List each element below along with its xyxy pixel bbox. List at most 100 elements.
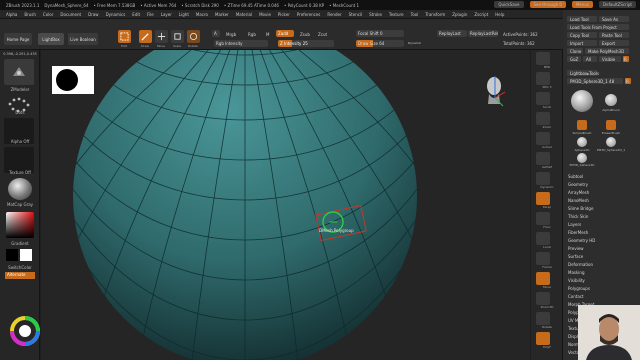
local-button[interactable] [536, 232, 550, 245]
focal-shift-slider[interactable]: Focal Shift 0 [356, 30, 404, 37]
floor-button[interactable] [536, 212, 550, 225]
main-color-swatch[interactable] [6, 249, 18, 261]
sphere3d-thumb[interactable] [577, 137, 587, 147]
simple-brush-thumb[interactable] [577, 120, 587, 130]
quicksave-button[interactable]: QuickSave [494, 1, 524, 8]
replay-last-rel-button[interactable]: ReplayLastRel [468, 30, 498, 37]
subpalette-geometry-hd[interactable]: Geometry HD [568, 238, 595, 243]
menu-edit[interactable]: Edit [132, 12, 140, 17]
zcut-button[interactable]: Zcut [318, 32, 327, 37]
draw-size-slider[interactable]: Draw Size 64 [356, 40, 404, 47]
matcap-thumb[interactable] [8, 178, 32, 200]
lightbox-button[interactable]: LightBox [38, 33, 64, 45]
menu-document[interactable]: Document [60, 12, 81, 17]
zsub-button[interactable]: Zsub [300, 32, 310, 37]
scroll-button[interactable] [536, 92, 550, 105]
subpalette-thick-skin[interactable]: Thick Skin [568, 214, 588, 219]
menu-zplugin[interactable]: Zplugin [452, 12, 467, 17]
menu-draw[interactable]: Draw [88, 12, 98, 17]
all-button[interactable]: All [583, 56, 597, 62]
alternate-button[interactable]: Alternate [5, 272, 35, 279]
color-wheel-icon[interactable] [10, 316, 40, 346]
subpalette-layers[interactable]: Layers [568, 222, 581, 227]
menu-dynamics[interactable]: Dynamics [106, 12, 126, 17]
subpalette-fibermesh[interactable]: FiberMesh [568, 230, 588, 235]
subpalette-geometry[interactable]: Geometry [568, 182, 588, 187]
dynamic-toggle[interactable]: Dynamic [408, 41, 421, 45]
subpalette-contact[interactable]: Contact [568, 294, 584, 299]
m-button[interactable]: M [266, 32, 269, 37]
load-from-project-button[interactable]: Load Tools From Project [567, 24, 629, 30]
lightbox-tools-button[interactable]: Lightbox▸Tools [567, 70, 599, 76]
subpalette-visibility[interactable]: Visibility [568, 278, 585, 283]
move-view-button[interactable] [536, 272, 550, 285]
switch-color-button[interactable]: SwitchColor [0, 265, 40, 270]
menu-preferences[interactable]: Preferences [297, 12, 321, 17]
secondary-color-swatch[interactable] [20, 249, 32, 261]
menu-texture[interactable]: Texture [389, 12, 404, 17]
menu-movie[interactable]: Movie [259, 12, 271, 17]
rotate-mode-button[interactable] [187, 30, 200, 43]
zoom-button[interactable] [536, 112, 550, 125]
subpalette-subtool[interactable]: Subtool [568, 174, 583, 179]
color-picker[interactable] [6, 212, 34, 238]
load-tool-button[interactable]: Load Tool [567, 16, 597, 22]
current-tool-slider[interactable]: PM3D_Sphere3D_1 48 [567, 78, 623, 84]
rgb-intensity-slider[interactable]: Rgb Intensity [214, 40, 268, 47]
subpalette-surface[interactable]: Surface [568, 254, 583, 259]
paste-tool-button[interactable]: Paste Tool [599, 32, 629, 38]
home-page-button[interactable]: Home Page [4, 33, 32, 45]
pm3d-sphere-thumb-2[interactable] [577, 153, 587, 163]
zadd-button[interactable]: Zadd [276, 30, 294, 37]
eraser-brush-thumb[interactable] [606, 120, 616, 130]
polyframe-button[interactable] [536, 332, 550, 345]
subpalette-arraymesh[interactable]: ArrayMesh [568, 190, 589, 195]
menu-brush[interactable]: Brush [24, 12, 36, 17]
subpalette-masking[interactable]: Masking [568, 270, 585, 275]
make-polymesh-button[interactable]: Make PolyMesh3D [585, 48, 629, 54]
see-through-slider[interactable]: See-through 0 [529, 1, 566, 8]
subpalette-deformation[interactable]: Deformation [568, 262, 593, 267]
bpr-button[interactable] [536, 52, 550, 65]
stroke-dots-thumb[interactable] [4, 94, 34, 120]
menu-marker[interactable]: Marker [215, 12, 229, 17]
aahalf-button[interactable] [536, 152, 550, 165]
menu-zscript[interactable]: Zscript [474, 12, 488, 17]
menu-transform[interactable]: Transform [425, 12, 445, 17]
menu-stencil[interactable]: Stencil [349, 12, 363, 17]
navigation-head[interactable] [481, 72, 509, 108]
live-boolean-button[interactable]: Live Boolean [68, 33, 98, 45]
current-tool-thumb[interactable] [571, 90, 593, 112]
tool-r-button[interactable]: R [625, 78, 631, 84]
menu-layer[interactable]: Layer [161, 12, 172, 17]
subpalette-preview[interactable]: Preview [568, 246, 584, 251]
save-as-button[interactable]: Save As [599, 16, 629, 22]
subpalette-nanomesh[interactable]: NanoMesh [568, 198, 589, 203]
menu-help[interactable]: Help [495, 12, 504, 17]
scale-mode-button[interactable] [171, 30, 184, 43]
rgb-button[interactable]: Rgb [248, 32, 256, 37]
menu-render[interactable]: Render [327, 12, 341, 17]
menu-alpha[interactable]: Alpha [6, 12, 17, 17]
persp-button[interactable] [536, 192, 550, 205]
draw-mode-button[interactable] [139, 30, 152, 43]
subpalette-polygroups[interactable]: Polygroups [568, 286, 590, 291]
menu-light[interactable]: Light [179, 12, 189, 17]
default-zscript-button[interactable]: DefaultZScript [599, 1, 636, 8]
export-button[interactable]: Export [599, 40, 629, 46]
subpalette-slime-bridge[interactable]: Slime Bridge [568, 206, 593, 211]
menu-color[interactable]: Color [43, 12, 53, 17]
goz-button[interactable]: GoZ [567, 56, 581, 62]
zmodeler-brush-thumb[interactable] [4, 59, 34, 85]
alpha-brush-thumb[interactable] [605, 94, 617, 106]
move-mode-button[interactable] [155, 30, 168, 43]
menus-button[interactable]: Menus [571, 1, 594, 8]
menu-macro[interactable]: Macro [196, 12, 208, 17]
mrgb-button[interactable]: Mrgb [226, 32, 236, 37]
z-intensity-slider[interactable]: Z Intensity 25 [278, 40, 334, 47]
a-toggle[interactable]: A [212, 30, 220, 37]
menu-stroke[interactable]: Stroke [369, 12, 382, 17]
copy-tool-button[interactable]: Copy Tool [567, 32, 597, 38]
menu-picker[interactable]: Picker [278, 12, 290, 17]
import-button[interactable]: Import [567, 40, 597, 46]
